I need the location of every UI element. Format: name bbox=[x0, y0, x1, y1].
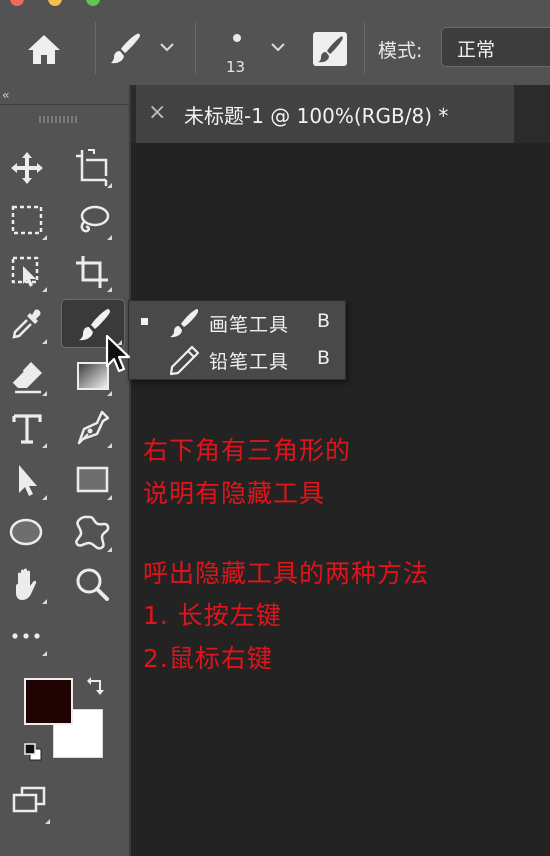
hidden-tools-indicator bbox=[107, 235, 112, 240]
brush-size-picker[interactable]: 13 bbox=[215, 26, 295, 78]
flyout-item-shortcut: B bbox=[317, 310, 331, 332]
hidden-tools-indicator bbox=[42, 391, 47, 396]
swap-arrows-icon bbox=[87, 677, 104, 695]
annotation-line-1: 右下角有三角形的 bbox=[143, 436, 352, 465]
hidden-tools-indicator bbox=[107, 391, 112, 396]
flyout-item-pencil-tool[interactable]: 铅笔工具 B bbox=[129, 340, 345, 378]
brush-icon bbox=[111, 33, 140, 64]
brush-icon bbox=[170, 309, 198, 338]
blend-mode-select[interactable]: 正常 bbox=[441, 27, 550, 67]
flyout-item-brush-tool[interactable]: 画笔工具 B bbox=[129, 303, 345, 341]
move-tool[interactable] bbox=[5, 146, 49, 190]
divider bbox=[0, 104, 129, 105]
annotation-line-3: 呼出隐藏工具的两种方法 bbox=[143, 559, 430, 588]
eyedropper-tool[interactable] bbox=[5, 302, 49, 346]
options-bar: 13 模式: 正常 bbox=[0, 0, 550, 86]
hidden-tools-indicator bbox=[42, 235, 47, 240]
annotation-line-5: 2.鼠标右键 bbox=[143, 644, 273, 673]
brush-tools-flyout: 画笔工具 B 铅笔工具 B bbox=[128, 300, 346, 380]
brush-tip-icon bbox=[233, 34, 241, 42]
flyout-item-shortcut: B bbox=[317, 347, 331, 369]
flyout-item-label: 画笔工具 bbox=[209, 314, 290, 336]
separator bbox=[364, 22, 365, 74]
eraser-tool[interactable] bbox=[5, 354, 49, 398]
hidden-tools-indicator bbox=[107, 443, 112, 448]
hidden-tools-indicator bbox=[42, 443, 47, 448]
ellipse-icon bbox=[9, 518, 43, 546]
marquee-tool[interactable] bbox=[5, 198, 49, 242]
annotation-line-2: 说明有隐藏工具 bbox=[143, 479, 326, 508]
brush-settings-icon bbox=[313, 32, 347, 66]
type-tool[interactable] bbox=[5, 406, 49, 450]
path-selection-tool[interactable] bbox=[5, 458, 49, 502]
hidden-tools-indicator bbox=[42, 495, 47, 500]
window-controls bbox=[0, 0, 120, 6]
separator bbox=[195, 22, 196, 74]
move-icon bbox=[11, 152, 43, 184]
minimize-window-button[interactable] bbox=[48, 0, 62, 6]
panel-grip[interactable] bbox=[39, 116, 79, 123]
collapse-panel-icon[interactable]: ‹‹ bbox=[2, 88, 9, 102]
brush-settings-toggle[interactable] bbox=[312, 31, 348, 67]
flyout-item-label: 铅笔工具 bbox=[209, 351, 290, 373]
chevron-down-icon bbox=[160, 43, 174, 52]
mouse-cursor-icon bbox=[105, 334, 131, 373]
close-tab-icon[interactable]: × bbox=[148, 100, 166, 125]
hidden-tools-indicator bbox=[42, 287, 47, 292]
selected-indicator bbox=[141, 318, 148, 325]
crop-tool[interactable] bbox=[70, 250, 114, 294]
hidden-tools-indicator bbox=[107, 287, 112, 292]
ellipse-tool[interactable] bbox=[5, 510, 49, 554]
home-button[interactable] bbox=[20, 27, 68, 71]
hidden-tools-indicator bbox=[107, 547, 112, 552]
hidden-tools-indicator bbox=[45, 819, 50, 824]
document-tab-title: 未标题-1 @ 100%(RGB/8) * bbox=[184, 104, 449, 128]
annotation-line-4: 1. 长按左键 bbox=[143, 601, 282, 630]
maximize-window-button[interactable] bbox=[86, 0, 100, 6]
chevron-down-icon bbox=[271, 43, 285, 52]
object-selection-tool[interactable] bbox=[5, 250, 49, 294]
brush-size-value: 13 bbox=[226, 58, 246, 76]
screen-mode-button[interactable] bbox=[8, 782, 52, 826]
hand-tool[interactable] bbox=[5, 562, 49, 606]
hidden-tools-indicator bbox=[42, 339, 47, 344]
tool-preset-picker[interactable] bbox=[104, 22, 184, 74]
swap-colors-button[interactable] bbox=[84, 675, 108, 699]
rectangle-tool[interactable] bbox=[70, 458, 114, 502]
more-tools[interactable] bbox=[5, 614, 49, 658]
foreground-color-swatch[interactable] bbox=[24, 678, 73, 725]
hidden-tools-indicator bbox=[42, 651, 47, 656]
zoom-icon bbox=[76, 568, 109, 601]
blend-mode-value: 正常 bbox=[457, 39, 496, 61]
lasso-tool[interactable] bbox=[70, 198, 114, 242]
mode-label: 模式: bbox=[378, 40, 423, 62]
custom-shape-tool[interactable] bbox=[70, 510, 114, 554]
zoom-tool[interactable] bbox=[70, 562, 114, 606]
close-window-button[interactable] bbox=[10, 0, 24, 6]
default-colors-button[interactable] bbox=[22, 741, 44, 763]
hidden-tools-indicator bbox=[107, 495, 112, 500]
separator bbox=[95, 22, 96, 74]
home-icon bbox=[28, 35, 60, 64]
artboard-tool[interactable] bbox=[70, 146, 114, 190]
pencil-icon bbox=[169, 345, 200, 376]
default-colors-icon bbox=[24, 743, 42, 761]
hidden-tools-indicator bbox=[42, 599, 47, 604]
pen-tool[interactable] bbox=[70, 406, 114, 450]
hidden-tools-indicator bbox=[107, 183, 112, 188]
